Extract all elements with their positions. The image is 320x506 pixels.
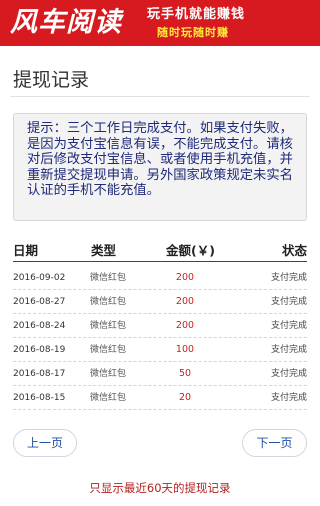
title-divider <box>10 96 310 97</box>
table-row: 2016-08-27 微信红包 200 支付完成 <box>13 290 307 314</box>
row-status: 支付完成 <box>270 393 307 403</box>
table-row: 2016-08-17 微信红包 50 支付完成 <box>13 362 307 386</box>
row-status: 支付完成 <box>270 297 307 307</box>
column-header-amount: 金额(￥) <box>166 243 215 258</box>
row-type: 微信红包 <box>90 393 127 403</box>
row-amount: 20 <box>178 392 192 403</box>
row-date: 2016-08-27 <box>13 297 66 307</box>
slogan-line-1: 玩手机就能赚钱 <box>147 7 246 22</box>
table-header-divider <box>13 261 307 262</box>
row-date: 2016-08-17 <box>13 369 66 379</box>
row-type: 微信红包 <box>90 273 127 283</box>
notice-box: 提示：三个工作日完成支付。如果支付失败，是因为支付宝信息有误，不能完成支付。请核… <box>13 113 307 221</box>
row-amount: 200 <box>175 320 195 331</box>
column-header-type: 类型 <box>91 243 117 258</box>
header-banner: 风车阅读 玩手机就能赚钱 随时玩随时赚 <box>0 0 320 46</box>
row-amount: 200 <box>175 296 195 307</box>
table-row: 2016-08-24 微信红包 200 支付完成 <box>13 314 307 338</box>
row-date: 2016-08-24 <box>13 321 66 331</box>
column-header-date: 日期 <box>13 243 39 258</box>
brand-logo: 风车阅读 <box>10 7 122 38</box>
table-row: 2016-08-19 微信红包 100 支付完成 <box>13 338 307 362</box>
row-status: 支付完成 <box>270 321 307 331</box>
column-header-status: 状态 <box>281 243 307 258</box>
withdrawal-records-list: 2016-09-02 微信红包 200 支付完成 2016-08-27 微信红包… <box>13 266 307 410</box>
row-status: 支付完成 <box>270 369 307 379</box>
slogan-line-2: 随时玩随时赚 <box>157 26 229 39</box>
row-date: 2016-09-02 <box>13 273 66 283</box>
row-type: 微信红包 <box>90 369 127 379</box>
row-status: 支付完成 <box>270 345 307 355</box>
table-row: 2016-08-15 微信红包 20 支付完成 <box>13 386 307 410</box>
row-amount: 100 <box>175 344 195 355</box>
next-page-button[interactable]: 下一页 <box>242 429 307 457</box>
notice-text: 提示：三个工作日完成支付。如果支付失败，是因为支付宝信息有误，不能完成支付。请核… <box>27 121 293 198</box>
row-date: 2016-08-15 <box>13 393 66 403</box>
table-row: 2016-09-02 微信红包 200 支付完成 <box>13 266 307 290</box>
row-type: 微信红包 <box>90 345 127 355</box>
page-title: 提现记录 <box>13 69 90 91</box>
row-status: 支付完成 <box>270 273 307 283</box>
row-type: 微信红包 <box>90 321 127 331</box>
row-date: 2016-08-19 <box>13 345 66 355</box>
row-amount: 200 <box>175 272 195 283</box>
footer-note: 只显示最近60天的提现记录 <box>89 481 231 495</box>
row-amount: 50 <box>178 368 192 379</box>
table-header: 日期 类型 金额(￥) 状态 <box>13 242 307 260</box>
row-type: 微信红包 <box>90 297 127 307</box>
prev-page-button[interactable]: 上一页 <box>13 429 77 457</box>
